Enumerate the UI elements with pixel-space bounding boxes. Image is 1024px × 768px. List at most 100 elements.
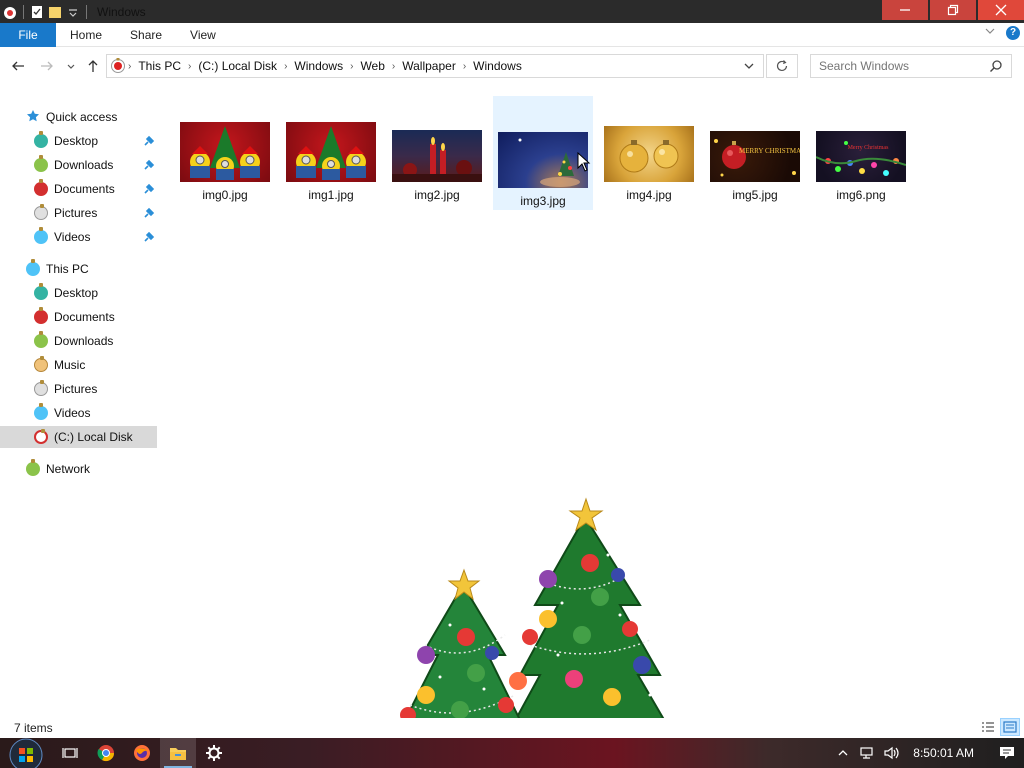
file-item-img2[interactable]: img2.jpg <box>387 122 487 242</box>
chevron-right-icon[interactable]: › <box>390 61 397 72</box>
taskbar-settings-button[interactable] <box>196 738 232 768</box>
action-center-button[interactable] <box>990 738 1024 768</box>
chevron-right-icon[interactable]: › <box>461 61 468 72</box>
restore-button[interactable] <box>930 0 976 20</box>
app-ornament-icon[interactable] <box>3 5 17 19</box>
address-history-dropdown[interactable] <box>743 60 755 75</box>
sidebar-item-label: Downloads <box>54 158 114 172</box>
task-view-button[interactable] <box>52 738 88 768</box>
tab-home[interactable]: Home <box>56 23 116 47</box>
search-input[interactable] <box>819 56 989 76</box>
chevron-down-icon <box>67 64 75 69</box>
volume-tray-button[interactable] <box>879 738 903 768</box>
tab-share[interactable]: Share <box>116 23 176 47</box>
tab-view[interactable]: View <box>176 23 230 47</box>
file-item-img5[interactable]: MERRY CHRISTMAS img5.jpg <box>705 122 805 242</box>
search-box[interactable] <box>810 54 1012 78</box>
sidebar-item-documents-quick[interactable]: Documents <box>0 178 157 200</box>
sidebar-item-music[interactable]: Music <box>0 354 157 376</box>
firefox-icon <box>134 745 150 761</box>
chevron-right-icon[interactable]: › <box>186 61 193 72</box>
forward-button[interactable] <box>38 57 56 75</box>
sidebar-item-desktop-quick[interactable]: Desktop <box>0 130 157 152</box>
network-tray-button[interactable] <box>855 738 879 768</box>
search-icon[interactable] <box>989 59 1003 76</box>
taskbar-firefox-button[interactable] <box>124 738 160 768</box>
up-button[interactable] <box>84 57 102 75</box>
sidebar-item-local-disk[interactable]: (C:) Local Disk <box>0 426 157 448</box>
refresh-button[interactable] <box>766 54 798 78</box>
sidebar-item-downloads[interactable]: Downloads <box>0 330 157 352</box>
task-view-icon <box>62 748 78 758</box>
details-view-button[interactable] <box>978 718 998 736</box>
system-tray: 8:50:01 AM <box>831 738 1024 768</box>
pictures-ornament-icon <box>34 204 48 220</box>
large-icons-view-button[interactable] <box>1000 718 1020 736</box>
star-icon <box>26 109 40 126</box>
window-controls <box>882 0 1024 23</box>
chevron-down-icon[interactable] <box>66 5 80 19</box>
sidebar-item-pictures[interactable]: Pictures <box>0 378 157 400</box>
breadcrumb-web[interactable]: Web <box>355 59 389 73</box>
sidebar-item-downloads-quick[interactable]: Downloads <box>0 154 157 176</box>
start-button[interactable] <box>0 738 52 768</box>
recent-locations-button[interactable] <box>62 57 80 75</box>
breadcrumb-this-pc[interactable]: This PC <box>133 59 186 73</box>
breadcrumb-wallpaper[interactable]: Wallpaper <box>397 59 461 73</box>
new-folder-icon[interactable] <box>48 5 62 19</box>
minimize-button[interactable] <box>882 0 928 20</box>
file-name: img6.png <box>836 188 886 202</box>
pin-icon[interactable] <box>142 206 156 223</box>
help-icon[interactable]: ? <box>1006 25 1020 40</box>
taskbar-file-explorer-button[interactable] <box>160 738 196 768</box>
breadcrumb-windows[interactable]: Windows <box>289 59 348 73</box>
file-item-img1[interactable]: img1.jpg <box>281 122 381 242</box>
file-name: img2.jpg <box>414 188 460 202</box>
network-ornament-icon <box>26 459 40 476</box>
address-bar[interactable]: › This PC › (C:) Local Disk › Windows › … <box>106 54 764 78</box>
breadcrumb-windows-current[interactable]: Windows <box>468 59 527 73</box>
sidebar-item-videos[interactable]: Videos <box>0 402 157 424</box>
pin-icon[interactable] <box>142 134 156 151</box>
sidebar-item-pictures-quick[interactable]: Pictures <box>0 202 157 224</box>
sidebar-item-videos-quick[interactable]: Videos <box>0 226 157 248</box>
show-hidden-icons-button[interactable] <box>831 738 855 768</box>
sidebar-item-desktop[interactable]: Desktop <box>0 282 157 304</box>
tab-file[interactable]: File <box>0 22 56 47</box>
sidebar-item-label: Videos <box>54 406 91 420</box>
taskbar-clock[interactable]: 8:50:01 AM <box>913 746 974 760</box>
thumbnail-img5: MERRY CHRISTMAS <box>710 131 800 182</box>
title-bar: Windows <box>0 0 1024 23</box>
sidebar-item-label: This PC <box>46 262 89 276</box>
properties-icon[interactable] <box>30 5 44 19</box>
chevron-right-icon[interactable]: › <box>282 61 289 72</box>
sidebar-item-documents[interactable]: Documents <box>0 306 157 328</box>
sidebar-item-this-pc[interactable]: This PC <box>0 258 157 280</box>
sidebar-item-label: Music <box>54 358 86 372</box>
file-item-img6[interactable]: Merry Christmas img6.png <box>811 122 911 242</box>
file-item-img0[interactable]: img0.jpg <box>175 122 275 242</box>
sidebar-item-label: Documents <box>54 310 115 324</box>
sidebar-item-network[interactable]: Network <box>0 458 157 480</box>
mouse-cursor-icon <box>577 152 591 172</box>
expand-ribbon-icon[interactable] <box>984 25 996 40</box>
ribbon-right: ? <box>984 25 1020 40</box>
close-button[interactable] <box>978 0 1024 20</box>
desktop-ornament-icon <box>34 131 48 148</box>
pin-icon[interactable] <box>142 230 156 247</box>
breadcrumb-local-disk[interactable]: (C:) Local Disk <box>193 59 282 73</box>
sidebar-item-label: Desktop <box>54 286 99 300</box>
chevron-right-icon: › <box>128 60 132 72</box>
sidebar-item-label: Pictures <box>54 206 98 220</box>
back-button[interactable] <box>9 57 27 75</box>
breadcrumb-label: Wallpaper <box>402 59 456 73</box>
chevron-right-icon[interactable]: › <box>348 61 355 72</box>
taskbar-chrome-button[interactable] <box>88 738 124 768</box>
pin-icon[interactable] <box>142 158 156 175</box>
separator <box>23 4 24 19</box>
christmas-trees-decoration <box>380 495 680 735</box>
file-item-img4[interactable]: img4.jpg <box>599 122 699 242</box>
sidebar-item-quick-access[interactable]: Quick access <box>0 106 157 128</box>
pin-icon[interactable] <box>142 182 156 199</box>
thumbnail-caption: MERRY CHRISTMAS <box>739 147 800 155</box>
